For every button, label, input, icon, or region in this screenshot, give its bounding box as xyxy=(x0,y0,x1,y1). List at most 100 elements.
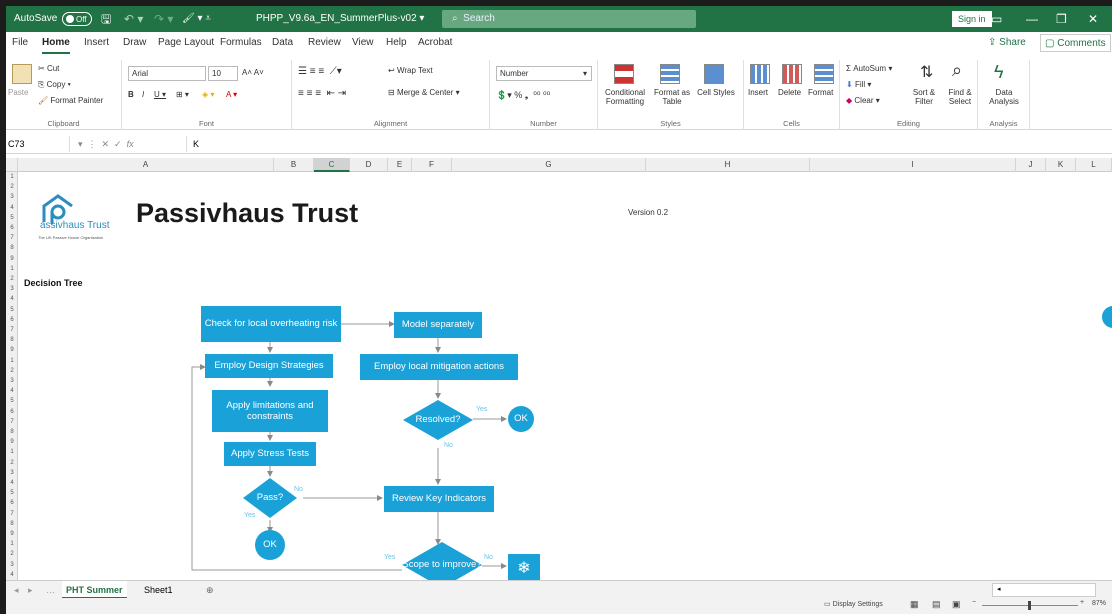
add-sheet-icon[interactable]: ⊕ xyxy=(202,581,218,599)
cell-styles-button[interactable]: Cell Styles xyxy=(696,88,736,97)
row-header[interactable]: 3 xyxy=(6,192,18,202)
row-header[interactable]: 7 xyxy=(6,509,18,519)
sheet-tab-sheet1[interactable]: Sheet1 xyxy=(140,581,177,599)
row-header[interactable]: 7 xyxy=(6,325,18,335)
row-header[interactable]: 8 xyxy=(6,519,18,529)
cut-button[interactable]: ✂ Cut xyxy=(38,64,59,73)
horizontal-align-icons[interactable]: ≡ ≡ ≡ ⇤ ⇥ xyxy=(298,88,346,99)
row-header[interactable]: 9 xyxy=(6,529,18,539)
column-header[interactable]: L xyxy=(1076,158,1112,172)
worksheet[interactable]: assivhaus Trust The UK Passive House Org… xyxy=(18,172,1112,580)
ribbon-display-icon[interactable]: ▭ xyxy=(991,6,1002,32)
tab-scroll-left-icon[interactable]: ◂ xyxy=(10,581,23,599)
row-header[interactable]: 3 xyxy=(6,376,18,386)
select-all-corner[interactable] xyxy=(6,158,18,172)
row-header[interactable]: 2 xyxy=(6,549,18,559)
zoom-level[interactable]: 87% xyxy=(1092,600,1106,607)
autosum-button[interactable]: Σ AutoSum ▾ xyxy=(846,64,892,73)
row-header[interactable]: 1 xyxy=(6,539,18,549)
customize-toolbar-icon[interactable]: 🖌 ▾ ⩡ xyxy=(182,6,211,32)
row-header[interactable]: 2 xyxy=(6,366,18,376)
column-header[interactable]: A xyxy=(18,158,274,172)
delete-button[interactable]: Delete xyxy=(778,88,801,97)
row-header[interactable]: 1 xyxy=(6,264,18,274)
bold-button[interactable]: B xyxy=(128,90,134,99)
view-page-break-icon[interactable]: ▣ xyxy=(952,599,961,610)
number-format-icons[interactable]: 💲▾ % ❟ ⁰⁰ ⁰⁰ xyxy=(496,90,550,101)
row-header[interactable]: 4 xyxy=(6,478,18,488)
formula-input[interactable]: K xyxy=(186,136,199,152)
insert-cells-icon[interactable] xyxy=(750,64,770,84)
row-header[interactable]: 2 xyxy=(6,458,18,468)
format-button[interactable]: Format xyxy=(808,88,833,97)
merge-center-button[interactable]: ⊟ Merge & Center ▾ xyxy=(388,88,460,97)
tab-acrobat[interactable]: Acrobat xyxy=(418,32,452,54)
column-header[interactable]: B xyxy=(274,158,314,172)
display-settings-button[interactable]: ▭ Display Settings xyxy=(824,600,883,608)
row-header[interactable]: 1 xyxy=(6,172,18,182)
row-header[interactable]: 7 xyxy=(6,417,18,427)
column-header[interactable]: K xyxy=(1046,158,1076,172)
row-header[interactable]: 6 xyxy=(6,498,18,508)
row-header[interactable]: 5 xyxy=(6,213,18,223)
view-normal-icon[interactable]: ▦ xyxy=(910,599,919,610)
row-header[interactable]: 2 xyxy=(6,182,18,192)
conditional-formatting-icon[interactable] xyxy=(614,64,634,84)
file-name[interactable]: PHPP_V9.6a_EN_SummerPlus-v02 ▾ xyxy=(256,6,424,32)
italic-button[interactable]: I xyxy=(142,90,144,99)
font-color-icon[interactable]: A ▾ xyxy=(226,90,237,99)
tab-draw[interactable]: Draw xyxy=(123,32,146,54)
row-header[interactable]: 5 xyxy=(6,488,18,498)
row-header[interactable]: 2 xyxy=(6,274,18,284)
border-icon[interactable]: ⊞ ▾ xyxy=(176,90,189,99)
tab-help[interactable]: Help xyxy=(386,32,407,54)
delete-cells-icon[interactable] xyxy=(782,64,802,84)
tab-review[interactable]: Review xyxy=(308,32,341,54)
search-box[interactable]: ⌕ Search xyxy=(442,10,696,28)
row-header[interactable]: 4 xyxy=(6,570,18,580)
share-button[interactable]: ⇪ Share xyxy=(988,34,1026,52)
tab-data[interactable]: Data xyxy=(272,32,293,54)
row-header[interactable]: 5 xyxy=(6,396,18,406)
row-header[interactable]: 4 xyxy=(6,294,18,304)
paste-label[interactable]: Paste xyxy=(8,88,28,97)
row-header[interactable]: 8 xyxy=(6,427,18,437)
row-header[interactable]: 6 xyxy=(6,223,18,233)
font-name-select[interactable]: Arial xyxy=(128,66,206,81)
row-header[interactable]: 7 xyxy=(6,233,18,243)
column-header[interactable]: G xyxy=(452,158,646,172)
sort-filter-icon[interactable]: ⇅ xyxy=(920,62,933,82)
comments-button[interactable]: ▢ Comments xyxy=(1040,34,1111,52)
column-header-selected[interactable]: C xyxy=(314,158,350,172)
name-box[interactable]: C73 xyxy=(6,136,70,152)
fill-button[interactable]: ⬇ Fill ▾ xyxy=(846,80,871,89)
maximize-icon[interactable]: ❐ xyxy=(1056,6,1067,32)
row-header[interactable]: 8 xyxy=(6,243,18,253)
row-header[interactable]: 9 xyxy=(6,345,18,355)
fill-color-icon[interactable]: ◈ ▾ xyxy=(202,90,214,99)
wrap-text-button[interactable]: ↩ Wrap Text xyxy=(388,66,433,75)
paste-icon[interactable] xyxy=(12,64,32,84)
sheet-tab-pht-summer[interactable]: PHT Summer xyxy=(62,581,127,599)
row-header[interactable]: 6 xyxy=(6,407,18,417)
zoom-slider-thumb[interactable] xyxy=(1028,601,1031,610)
row-header[interactable]: 1 xyxy=(6,356,18,366)
tab-formulas[interactable]: Formulas xyxy=(220,32,262,54)
vertical-align-icons[interactable]: ☰ ≡ ≡ ⟋▾ xyxy=(298,66,342,77)
column-header[interactable]: F xyxy=(412,158,452,172)
row-header[interactable]: 1 xyxy=(6,447,18,457)
insert-button[interactable]: Insert xyxy=(748,88,768,97)
font-size-adjust-icons[interactable]: A˄ A˅ xyxy=(242,68,264,77)
undo-icon[interactable]: ↶ ▾ xyxy=(124,6,143,32)
copy-button[interactable]: ⎘ Copy ▾ xyxy=(38,80,71,90)
data-analysis-icon[interactable]: ϟ xyxy=(994,62,1004,83)
tab-insert[interactable]: Insert xyxy=(84,32,109,54)
formula-icons[interactable]: ▾ ⋮ ✕ ✓ fx xyxy=(78,136,178,152)
zoom-out-icon[interactable]: − xyxy=(972,599,976,606)
sort-filter-button[interactable]: Sort & Filter xyxy=(906,88,942,106)
tab-view[interactable]: View xyxy=(352,32,374,54)
save-icon[interactable]: 🖫 xyxy=(101,6,111,32)
close-icon[interactable]: ✕ xyxy=(1088,6,1098,32)
column-header[interactable]: I xyxy=(810,158,1016,172)
format-painter-button[interactable]: 🖌 Format Painter xyxy=(38,96,103,105)
